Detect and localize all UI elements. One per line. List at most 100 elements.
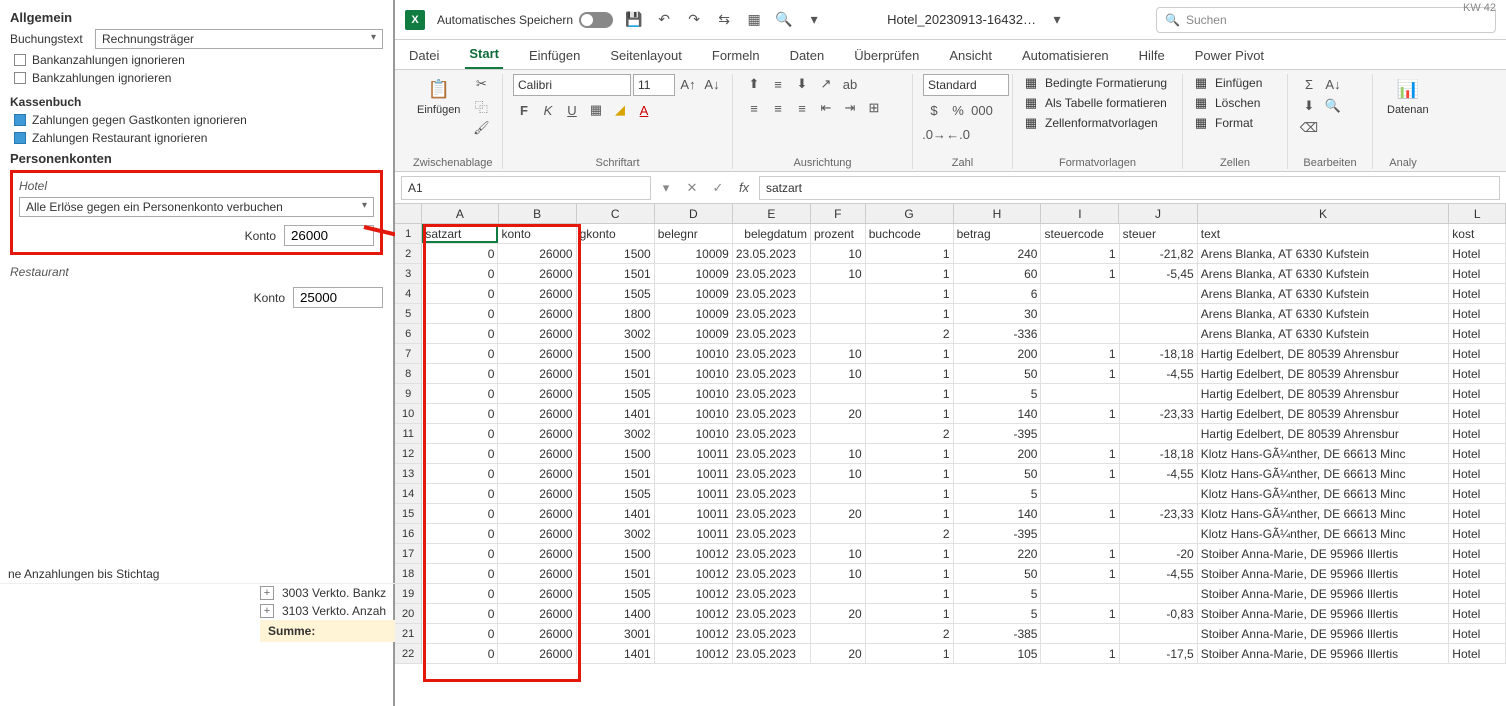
cell[interactable]: Hartig Edelbert, DE 80539 Ahrensbur	[1198, 344, 1450, 363]
cell[interactable]: Arens Blanka, AT 6330 Kufstein	[1198, 264, 1450, 283]
format-cells-button[interactable]: ▦Format	[1193, 114, 1253, 132]
cell[interactable]: 0	[422, 384, 498, 403]
cell[interactable]: 26000	[498, 284, 576, 303]
row-header[interactable]: 20	[395, 604, 422, 623]
cell[interactable]: 3002	[577, 524, 655, 543]
cell[interactable]	[1041, 484, 1119, 503]
checkbox-gastkonten[interactable]	[14, 114, 26, 126]
filename-dropdown-icon[interactable]: ▾	[1048, 11, 1066, 29]
bold-button[interactable]: F	[513, 100, 535, 120]
cell[interactable]: 1	[866, 364, 954, 383]
cell[interactable]: Hotel	[1449, 384, 1506, 403]
row-header[interactable]: 18	[395, 564, 422, 583]
cell[interactable]: Hotel	[1449, 584, 1506, 603]
cell[interactable]: Arens Blanka, AT 6330 Kufstein	[1198, 284, 1450, 303]
cell[interactable]: Arens Blanka, AT 6330 Kufstein	[1198, 304, 1450, 323]
conditional-formatting-button[interactable]: ▦Bedingte Formatierung	[1023, 74, 1167, 92]
cell[interactable]: Klotz Hans-GÃ¼nther, DE 66613 Minc	[1198, 504, 1450, 523]
cell[interactable]: buchcode	[866, 224, 954, 243]
cell[interactable]	[811, 584, 866, 603]
inc-decimal-icon[interactable]: .0→	[923, 124, 945, 144]
decrease-font-icon[interactable]: A↓	[701, 74, 723, 94]
cell[interactable]: 23.05.2023	[733, 424, 811, 443]
row-header[interactable]: 17	[395, 544, 422, 563]
cell[interactable]: 1501	[577, 564, 655, 583]
cell[interactable]: 0	[422, 424, 498, 443]
cell[interactable]: 23.05.2023	[733, 584, 811, 603]
cell[interactable]: 10011	[655, 484, 733, 503]
cell[interactable]: 50	[954, 464, 1042, 483]
cell[interactable]: 10009	[655, 324, 733, 343]
cell[interactable]: -5,45	[1120, 264, 1198, 283]
cell[interactable]: 220	[954, 544, 1042, 563]
cell[interactable]: 23.05.2023	[733, 304, 811, 323]
autosum-icon[interactable]: Σ	[1298, 74, 1320, 94]
touch-mode-icon[interactable]: ⇆	[715, 11, 733, 29]
cell[interactable]: 1	[866, 264, 954, 283]
cell[interactable]: 26000	[498, 404, 576, 423]
cell[interactable]: 10010	[655, 404, 733, 423]
cell[interactable]: 10009	[655, 244, 733, 263]
cell[interactable]	[1120, 304, 1198, 323]
cell[interactable]: 10012	[655, 584, 733, 603]
hotel-konto-input[interactable]	[284, 225, 374, 246]
cell[interactable]: 1500	[577, 344, 655, 363]
cell[interactable]: Hotel	[1449, 424, 1506, 443]
cell[interactable]: 1	[1041, 644, 1119, 663]
restaurant-konto-input[interactable]	[293, 287, 383, 308]
cell[interactable]: 0	[422, 344, 498, 363]
checkbox-bankzahlungen[interactable]	[14, 72, 26, 84]
cell[interactable]: 1	[1041, 504, 1119, 523]
cell[interactable]: 0	[422, 284, 498, 303]
cell[interactable]: 200	[954, 344, 1042, 363]
cell[interactable]: 0	[422, 304, 498, 323]
quick-print-icon[interactable]: ▦	[745, 11, 763, 29]
clear-icon[interactable]: ⌫	[1298, 118, 1320, 138]
cell[interactable]: 23.05.2023	[733, 364, 811, 383]
autosave-toggle[interactable]	[579, 12, 613, 28]
sort-filter-icon[interactable]: A↓	[1322, 74, 1344, 94]
cell[interactable]: 26000	[498, 624, 576, 643]
cell[interactable]: Stoiber Anna-Marie, DE 95966 Illertis	[1198, 564, 1450, 583]
cell[interactable]: 1	[866, 384, 954, 403]
cell[interactable]: 23.05.2023	[733, 484, 811, 503]
tab-seitenlayout[interactable]: Seitenlayout	[606, 44, 686, 69]
find-icon[interactable]: 🔍	[1322, 96, 1344, 116]
cell[interactable]	[1041, 384, 1119, 403]
cell[interactable]: 140	[954, 504, 1042, 523]
cell[interactable]: prozent	[811, 224, 866, 243]
cell[interactable]: 2	[866, 524, 954, 543]
cell[interactable]	[1120, 324, 1198, 343]
cell[interactable]: 23.05.2023	[733, 244, 811, 263]
cell[interactable]	[811, 524, 866, 543]
number-format-select[interactable]: Standard	[923, 74, 1009, 96]
cell[interactable]: Hotel	[1449, 464, 1506, 483]
cell[interactable]: 3002	[577, 324, 655, 343]
cell[interactable]	[811, 284, 866, 303]
align-left-icon[interactable]: ≡	[743, 98, 765, 118]
cell-styles-button[interactable]: ▦Zellenformatvorlagen	[1023, 114, 1158, 132]
align-bottom-icon[interactable]: ⬇	[791, 74, 813, 94]
cell[interactable]: 26000	[498, 444, 576, 463]
tab-überprüfen[interactable]: Überprüfen	[850, 44, 923, 69]
align-top-icon[interactable]: ⬆	[743, 74, 765, 94]
row-header[interactable]: 15	[395, 504, 422, 523]
column-header[interactable]: J	[1119, 204, 1197, 223]
cell[interactable]: 0	[422, 444, 498, 463]
cell[interactable]: 10009	[655, 264, 733, 283]
spreadsheet-grid[interactable]: ABCDEFGHIJKL 1satzartkontogkontobelegnrb…	[395, 204, 1506, 664]
tab-power pivot[interactable]: Power Pivot	[1191, 44, 1268, 69]
cell[interactable]: 10	[811, 344, 866, 363]
cell[interactable]: -17,5	[1120, 644, 1198, 663]
row-header[interactable]: 11	[395, 424, 422, 443]
row-header[interactable]: 16	[395, 524, 422, 543]
cell[interactable]: 1	[866, 564, 954, 583]
cell[interactable]: 10011	[655, 444, 733, 463]
cell[interactable]: Stoiber Anna-Marie, DE 95966 Illertis	[1198, 544, 1450, 563]
cell[interactable]: 5	[954, 584, 1042, 603]
column-header[interactable]: K	[1198, 204, 1450, 223]
cell[interactable]: 1	[866, 444, 954, 463]
column-header[interactable]: C	[577, 204, 655, 223]
column-header[interactable]: F	[811, 204, 866, 223]
cell[interactable]: 1	[1041, 564, 1119, 583]
